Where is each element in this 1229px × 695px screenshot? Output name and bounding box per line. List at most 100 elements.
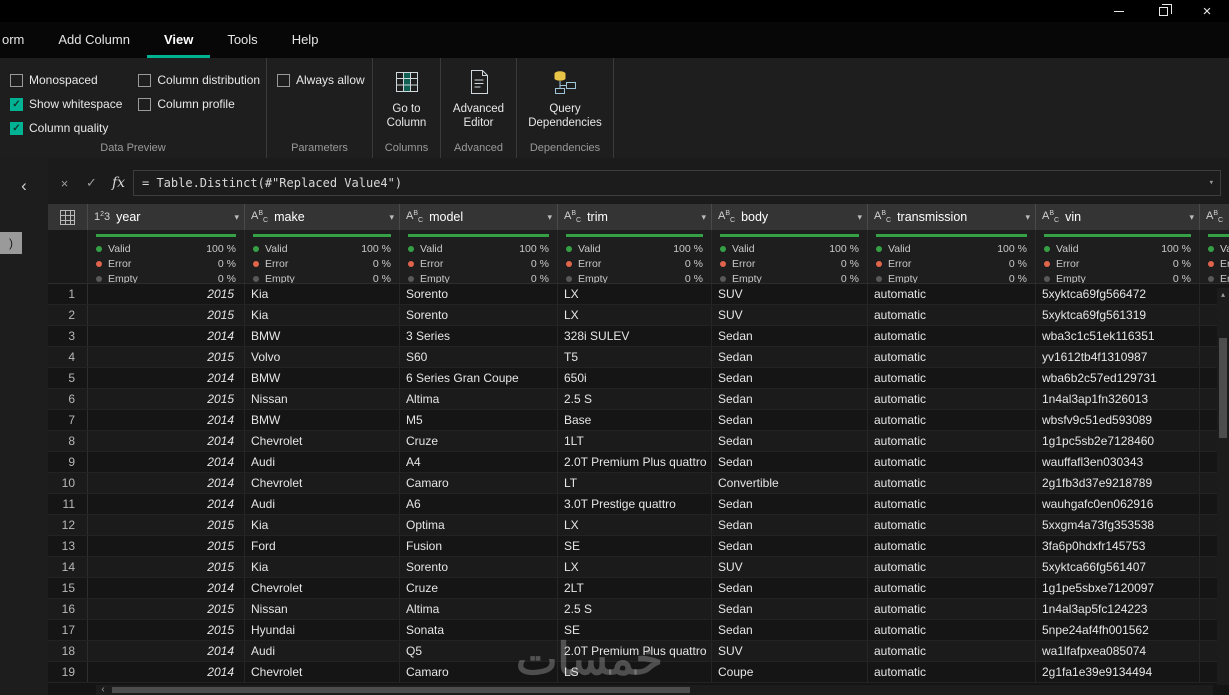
cell-body[interactable]: SUV [712,284,868,304]
cell-model[interactable]: 6 Series Gran Coupe [400,368,558,388]
cell-trim[interactable]: 650i [558,368,712,388]
cell-vin[interactable]: wauhgafc0en062916 [1036,494,1200,514]
cell-vin[interactable]: 2g1fb3d37e9218789 [1036,473,1200,493]
cell-transmission[interactable]: automatic [868,662,1036,682]
checkbox-monospaced[interactable]: Monospaced [10,73,122,87]
cell-trim[interactable]: LX [558,557,712,577]
cell-vin[interactable]: 3fa6p0hdxfr145753 [1036,536,1200,556]
cell-make[interactable]: Volvo [245,347,400,367]
go-to-column-button[interactable]: Go to Column [374,67,440,131]
cell-body[interactable]: Sedan [712,389,868,409]
cell-model[interactable]: Altima [400,599,558,619]
cell-body[interactable]: Sedan [712,578,868,598]
menu-tab-transform-partial[interactable]: orm [0,32,41,58]
menu-tab-view[interactable]: View [146,32,211,58]
cell-transmission[interactable]: automatic [868,557,1036,577]
row-number[interactable]: 2 [48,305,88,325]
cell-year[interactable]: 2014 [88,641,245,661]
row-number[interactable]: 16 [48,599,88,619]
scroll-up-arrow-icon[interactable]: ▴ [1217,288,1229,302]
cell-year[interactable]: 2014 [88,368,245,388]
cell-trim[interactable]: LX [558,305,712,325]
cell-model[interactable]: Camaro [400,473,558,493]
cell-transmission[interactable]: automatic [868,326,1036,346]
cell-year[interactable]: 2015 [88,305,245,325]
cell-make[interactable]: Audi [245,452,400,472]
cell-year[interactable]: 2014 [88,431,245,451]
cell-make[interactable]: BMW [245,410,400,430]
cell-trim[interactable]: 1LT [558,431,712,451]
cell-transmission[interactable]: automatic [868,599,1036,619]
row-number[interactable]: 4 [48,347,88,367]
cell-trim[interactable]: SE [558,536,712,556]
checkbox-column-profile[interactable]: Column profile [138,97,260,111]
cell-body[interactable]: Sedan [712,599,868,619]
cell-trim[interactable]: 2.5 S [558,599,712,619]
cell-transmission[interactable]: automatic [868,536,1036,556]
column-header-year[interactable]: 123 year ▾ [88,204,245,230]
cell-model[interactable]: Fusion [400,536,558,556]
cell-make[interactable]: Kia [245,284,400,304]
cell-body[interactable]: Convertible [712,473,868,493]
cell-model[interactable]: S60 [400,347,558,367]
cell-model[interactable]: 3 Series [400,326,558,346]
cell-model[interactable]: Optima [400,515,558,535]
column-header-trim[interactable]: ABC trim ▾ [558,204,712,230]
cell-make[interactable]: Chevrolet [245,662,400,682]
horizontal-scrollbar[interactable]: ‹ [96,685,1213,695]
close-button[interactable]: × [1185,0,1229,22]
cell-transmission[interactable]: automatic [868,515,1036,535]
cell-transmission[interactable]: automatic [868,641,1036,661]
select-all-table-button[interactable] [48,204,88,230]
checkbox-show-whitespace[interactable]: Show whitespace [10,97,122,111]
cell-transmission[interactable]: automatic [868,494,1036,514]
cancel-formula-icon[interactable]: × [52,176,77,191]
column-header-make[interactable]: ABC make ▾ [245,204,400,230]
cell-body[interactable]: Sedan [712,431,868,451]
column-header-partial[interactable]: ABC▾ [1200,204,1229,230]
row-number[interactable]: 11 [48,494,88,514]
cell-trim[interactable]: 328i SULEV [558,326,712,346]
cell-body[interactable]: Sedan [712,494,868,514]
cell-vin[interactable]: 1n4al3ap1fn326013 [1036,389,1200,409]
cell-transmission[interactable]: automatic [868,284,1036,304]
cell-body[interactable]: Sedan [712,515,868,535]
cell-year[interactable]: 2015 [88,284,245,304]
cell-trim[interactable]: 2.0T Premium Plus quattro [558,452,712,472]
cell-vin[interactable]: 1n4al3ap5fc124223 [1036,599,1200,619]
column-header-vin[interactable]: ABC vin ▾ [1036,204,1200,230]
row-number[interactable]: 15 [48,578,88,598]
cell-trim[interactable]: 2.5 S [558,389,712,409]
checkbox-column-distribution[interactable]: Column distribution [138,73,260,87]
cell-trim[interactable]: 3.0T Prestige quattro [558,494,712,514]
cell-body[interactable]: Sedan [712,347,868,367]
row-number[interactable]: 1 [48,284,88,304]
cell-make[interactable]: Chevrolet [245,431,400,451]
cell-vin[interactable]: wa1lfafpxea085074 [1036,641,1200,661]
cell-vin[interactable]: 2g1fa1e39e9134494 [1036,662,1200,682]
cell-transmission[interactable]: automatic [868,389,1036,409]
filter-icon[interactable]: ▾ [234,212,239,223]
menu-tab-tools[interactable]: Tools [210,32,274,58]
cell-year[interactable]: 2014 [88,662,245,682]
cell-transmission[interactable]: automatic [868,431,1036,451]
cell-transmission[interactable]: automatic [868,305,1036,325]
cell-body[interactable]: Sedan [712,452,868,472]
collapsed-queries-tab[interactable]: ) [0,232,22,254]
cell-vin[interactable]: 5xyktca66fg561407 [1036,557,1200,577]
cell-transmission[interactable]: automatic [868,473,1036,493]
cell-year[interactable]: 2015 [88,347,245,367]
cell-year[interactable]: 2015 [88,599,245,619]
cell-make[interactable]: Ford [245,536,400,556]
filter-icon[interactable]: ▾ [1025,212,1030,223]
cell-trim[interactable]: LX [558,284,712,304]
row-number[interactable]: 8 [48,431,88,451]
checkbox-always-allow[interactable]: Always allow [277,73,365,87]
cell-trim[interactable]: T5 [558,347,712,367]
cell-vin[interactable]: 5xyktca69fg561319 [1036,305,1200,325]
row-number[interactable]: 7 [48,410,88,430]
cell-transmission[interactable]: automatic [868,452,1036,472]
cell-year[interactable]: 2015 [88,620,245,640]
horizontal-scrollbar-thumb[interactable] [112,687,690,693]
cell-vin[interactable]: 5npe24af4fh001562 [1036,620,1200,640]
